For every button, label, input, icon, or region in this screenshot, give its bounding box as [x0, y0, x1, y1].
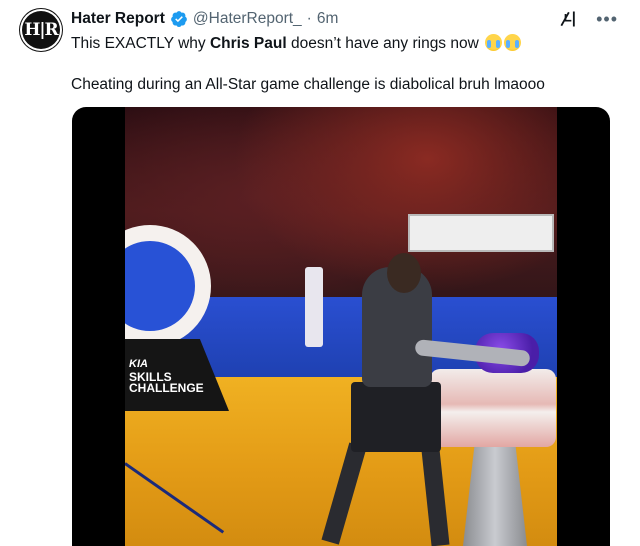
- tweet-text-bold: Chris Paul: [209, 35, 287, 52]
- tweet-actions-top: •••: [558, 9, 618, 29]
- display-name[interactable]: Hater Report: [71, 10, 165, 28]
- verified-badge-icon: [171, 11, 187, 27]
- tweet-text-line-2: Cheating during an All-Star game challen…: [71, 76, 545, 93]
- more-options-icon[interactable]: •••: [596, 10, 618, 28]
- avatar[interactable]: H|R: [20, 9, 62, 51]
- video-frame[interactable]: KIA SKILLS CHALLENGE: [125, 107, 557, 546]
- timestamp[interactable]: 6m: [317, 10, 339, 28]
- grok-icon[interactable]: [558, 9, 578, 29]
- sponsor-line-2: CHALLENGE: [129, 381, 204, 395]
- separator-dot: ·: [306, 10, 312, 27]
- player-shorts: [351, 382, 441, 452]
- handle[interactable]: @HaterReport_: [193, 10, 302, 28]
- tweet-header: Hater Report @HaterReport_ · 6m: [71, 10, 338, 28]
- ball-rack: [430, 369, 556, 447]
- tweet-text-post: doesn’t have any rings now: [286, 35, 479, 52]
- crying-face-emoji-icon: [504, 34, 522, 51]
- tweet[interactable]: H|R Hater Report @HaterReport_ · 6m ••• …: [0, 0, 640, 546]
- course-pillar: [305, 267, 323, 347]
- crying-face-emoji-icon: [485, 34, 503, 51]
- tweet-text-line-1: This EXACTLY why Chris Paul doesn’t have…: [71, 34, 522, 54]
- tweet-text-pre: This EXACTLY why: [71, 35, 210, 52]
- video-media[interactable]: KIA SKILLS CHALLENGE: [72, 107, 610, 546]
- avatar-text: H|R: [24, 20, 58, 40]
- player-head: [387, 253, 421, 293]
- all-star-board: [408, 214, 554, 252]
